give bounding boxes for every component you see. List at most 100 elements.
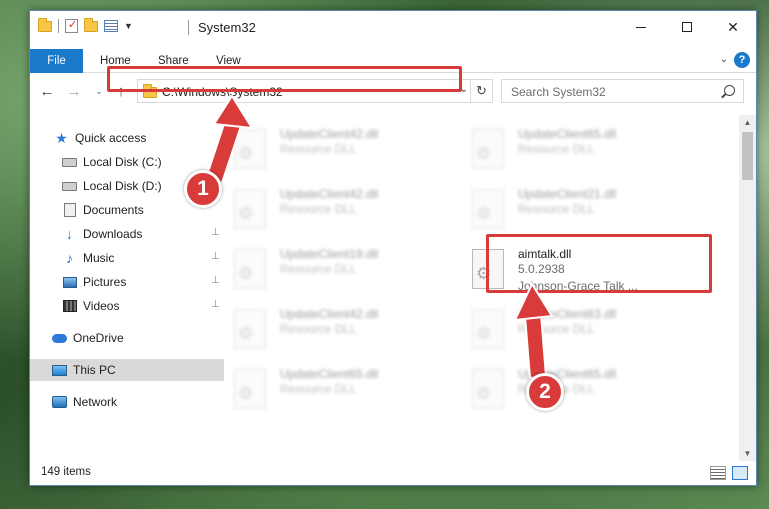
drive-icon-wrap — [62, 179, 77, 193]
customize-dropdown-icon[interactable]: ▼ — [124, 21, 133, 31]
file-name: UpdateClient21.dll — [518, 187, 617, 201]
dll-file-icon — [472, 189, 504, 229]
quick-access-toolbar: ▼ — [38, 17, 133, 33]
videos-icon-wrap — [62, 299, 77, 313]
pin-icon[interactable]: ⊥ — [211, 299, 220, 310]
file-description: Resource DLL — [280, 382, 357, 396]
sidebar-item-label: Documents — [83, 203, 144, 217]
pc-icon — [52, 364, 67, 376]
sidebar-item-music[interactable]: ♪ Music ⊥ — [30, 247, 224, 269]
search-input[interactable]: Search System32 — [501, 79, 744, 103]
sidebar-item-onedrive[interactable]: OneDrive — [30, 327, 224, 349]
file-name: UpdateClient42.dll — [280, 307, 379, 321]
vertical-scrollbar[interactable]: ▲ ▼ — [739, 115, 756, 461]
maximize-button[interactable] — [664, 11, 710, 43]
scroll-up-icon[interactable]: ▲ — [739, 115, 756, 130]
sidebar-item-label: This PC — [73, 363, 116, 377]
title-separator — [188, 20, 189, 35]
file-item[interactable]: UpdateClient42.dllResource DLL — [226, 181, 456, 237]
toolbar-separator — [58, 19, 59, 33]
window-title: System32 — [198, 20, 256, 35]
sidebar-item-network[interactable]: Network — [30, 391, 224, 413]
properties-icon[interactable] — [104, 20, 118, 32]
file-item[interactable]: UpdateClient63.dllResource DLL — [464, 301, 694, 357]
sidebar-item-pictures[interactable]: Pictures ⊥ — [30, 271, 224, 293]
sidebar-item-label: Music — [83, 251, 115, 265]
step-2-badge: 2 — [526, 373, 564, 411]
search-icon[interactable] — [724, 85, 735, 96]
dll-file-icon — [234, 249, 266, 289]
close-icon: ✕ — [727, 18, 739, 35]
videos-icon — [62, 300, 77, 312]
back-button[interactable]: ← — [38, 81, 56, 101]
file-name: UpdateClient65.dll — [518, 127, 617, 141]
network-icon — [52, 396, 67, 408]
new-folder-icon[interactable] — [84, 17, 98, 32]
refresh-button[interactable]: ↻ — [470, 80, 492, 102]
dll-file-icon — [234, 369, 266, 409]
pin-icon[interactable]: ⊥ — [211, 251, 220, 262]
cloud-icon — [52, 333, 67, 343]
file-name: UpdateClient65.dll — [280, 367, 379, 381]
download-icon: ↓ — [66, 226, 73, 242]
pictures-icon — [62, 276, 77, 288]
file-item[interactable]: UpdateClient19.dllResource DLL — [226, 241, 456, 297]
properties-check-icon[interactable] — [65, 18, 78, 33]
pin-icon[interactable]: ⊥ — [211, 227, 220, 238]
sidebar-item-videos[interactable]: Videos ⊥ — [30, 295, 224, 317]
sidebar-item-label: Local Disk (D:) — [83, 179, 162, 193]
sidebar-item-label: Pictures — [83, 275, 127, 289]
large-icons-view-icon[interactable] — [732, 466, 748, 480]
drive-icon — [62, 181, 77, 191]
star-icon: ★ — [55, 129, 68, 146]
pin-icon[interactable]: ⊥ — [211, 275, 220, 286]
recent-locations-icon[interactable]: ⌄ — [90, 81, 108, 101]
file-name: UpdateClient42.dll — [280, 187, 379, 201]
sidebar-item-label: OneDrive — [73, 331, 124, 345]
file-description: Resource DLL — [280, 202, 357, 216]
file-description: Resource DLL — [280, 262, 357, 276]
tab-file[interactable]: File — [30, 49, 83, 73]
help-icon[interactable]: ? — [734, 52, 750, 68]
music-icon-wrap: ♪ — [62, 250, 77, 266]
sidebar-item-label: Downloads — [83, 227, 143, 241]
drive-icon-wrap — [62, 155, 77, 169]
dll-file-icon — [234, 189, 266, 229]
sidebar-item-quick-access[interactable]: ★ Quick access — [30, 127, 224, 149]
pc-icon-wrap — [52, 363, 67, 377]
sidebar-item-this-pc[interactable]: This PC — [30, 359, 224, 381]
documents-icon-wrap — [62, 203, 77, 217]
drive-icon — [62, 157, 77, 167]
folder-icon — [38, 17, 52, 32]
file-item[interactable]: UpdateClient65.dllResource DLL — [226, 361, 456, 417]
file-item[interactable]: UpdateClient42.dllResource DLL — [226, 121, 456, 177]
file-description: Resource DLL — [518, 322, 595, 336]
close-button[interactable]: ✕ — [710, 11, 756, 43]
scroll-thumb[interactable] — [742, 132, 753, 180]
file-item[interactable]: UpdateClient21.dllResource DLL — [464, 181, 694, 237]
sidebar-item-label: Local Disk (C:) — [83, 155, 162, 169]
expand-ribbon-icon[interactable]: ⌄ — [720, 54, 728, 65]
music-icon: ♪ — [66, 250, 73, 266]
address-bar-highlight — [107, 66, 462, 92]
sidebar-item-label: Network — [73, 395, 118, 409]
item-count: 149 items — [41, 466, 91, 478]
details-view-icon[interactable] — [710, 466, 726, 480]
forward-button[interactable]: → — [65, 81, 83, 101]
cloud-icon-wrap — [52, 331, 67, 345]
title-bar: ▼ System32 ✕ — [30, 11, 756, 43]
file-description: Resource DLL — [280, 142, 357, 156]
minimize-button[interactable] — [618, 11, 664, 43]
dll-file-icon — [234, 309, 266, 349]
scroll-down-icon[interactable]: ▼ — [739, 446, 756, 461]
file-item[interactable]: UpdateClient65.dllResource DLL — [464, 361, 694, 417]
minimize-icon — [636, 26, 646, 28]
dll-file-icon — [472, 369, 504, 409]
sidebar-item-local-disk-c[interactable]: Local Disk (C:) — [30, 151, 224, 173]
file-description: Resource DLL — [280, 322, 357, 336]
network-icon-wrap — [52, 395, 67, 409]
sidebar-item-downloads[interactable]: ↓ Downloads ⊥ — [30, 223, 224, 245]
step-1-badge: 1 — [184, 170, 222, 208]
file-item[interactable]: UpdateClient65.dllResource DLL — [464, 121, 694, 177]
file-item[interactable]: UpdateClient42.dllResource DLL — [226, 301, 456, 357]
